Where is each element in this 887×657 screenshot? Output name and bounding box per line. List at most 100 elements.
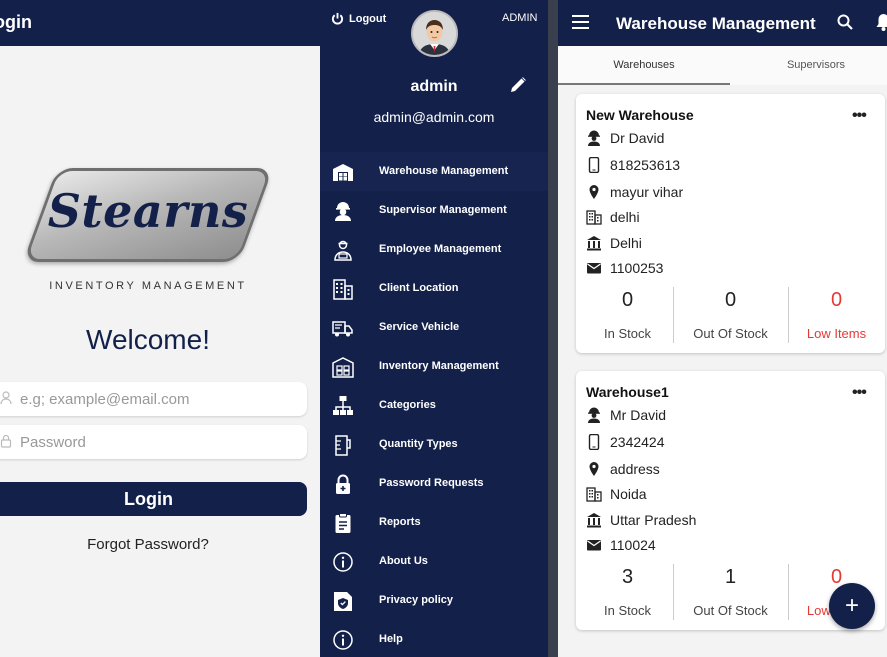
low-items-stat[interactable]: 0 Low Items	[785, 287, 887, 343]
menu-item-employee-management[interactable]: Employee Management	[320, 230, 548, 269]
email-input[interactable]	[20, 382, 290, 416]
menu-item-supervisor-management[interactable]: Supervisor Management	[320, 191, 548, 230]
login-bar-title: ogin	[0, 12, 32, 32]
address-row: mayur vihar	[586, 182, 683, 202]
location-pin-icon	[589, 462, 599, 476]
info-icon	[333, 630, 353, 650]
city-text: delhi	[610, 209, 640, 225]
in-stock-count: 3	[621, 566, 634, 588]
menu-label: Privacy policy	[379, 594, 453, 606]
warehouse-app-bar: Warehouse Management	[558, 0, 887, 46]
info-icon	[333, 552, 353, 572]
in-stock-label: In Stock	[604, 603, 651, 618]
inventory-icon	[332, 357, 354, 378]
stat-divider	[673, 287, 674, 343]
edit-pencil-icon[interactable]	[509, 76, 527, 94]
menu-item-quantity-types[interactable]: Quantity Types	[320, 425, 548, 464]
pincode-row: 1100253	[586, 258, 663, 278]
out-of-stock-stat[interactable]: 0 Out Of Stock	[679, 287, 782, 343]
menu-item-reports[interactable]: Reports	[320, 503, 548, 542]
warehouse-name: New Warehouse	[586, 107, 694, 123]
menu-label: Help	[379, 633, 403, 645]
phone-icon	[588, 434, 600, 450]
add-warehouse-button[interactable]: +	[829, 583, 875, 629]
pincode-text: 1100253	[610, 260, 664, 276]
state-text: Delhi	[610, 235, 642, 251]
measuring-cup-icon	[335, 435, 351, 456]
bell-icon[interactable]	[875, 13, 887, 31]
in-stock-count: 0	[621, 289, 634, 311]
tab-bar: Warehouses Supervisors	[558, 46, 887, 85]
menu-item-client-location[interactable]: Client Location	[320, 269, 548, 308]
phone-number: 818253613	[610, 157, 681, 173]
password-input[interactable]	[20, 425, 290, 459]
city-row: Noida	[586, 484, 647, 504]
supervisor-icon	[588, 130, 600, 146]
phone-number: 2342424	[610, 434, 665, 450]
search-icon[interactable]	[837, 14, 853, 30]
email-field[interactable]	[0, 382, 307, 416]
drawer-scrim[interactable]	[548, 0, 558, 657]
mail-icon	[587, 263, 601, 274]
menu-label: Client Location	[379, 282, 459, 294]
screenshot-collage: ogin Stearns INVENTORY MANAGEMENT Welcom…	[0, 0, 887, 657]
menu-item-privacy-policy[interactable]: Privacy policy	[320, 581, 548, 620]
in-stock-stat[interactable]: 3 In Stock	[576, 564, 679, 620]
navigation-drawer: Logout ADMIN admin admin@admin.com Wareh…	[320, 0, 548, 657]
out-of-stock-count: 0	[724, 289, 737, 311]
shield-doc-icon	[334, 592, 352, 611]
avatar-image	[413, 12, 456, 55]
menu-item-inventory-management[interactable]: Inventory Management	[320, 347, 548, 386]
tab-warehouses[interactable]: Warehouses	[558, 46, 730, 85]
logo-text: Stearns	[47, 184, 249, 238]
stat-divider	[673, 564, 674, 620]
menu-label: Quantity Types	[379, 438, 458, 450]
state-text: Uttar Pradesh	[610, 512, 697, 528]
menu-item-service-vehicle[interactable]: Service Vehicle	[320, 308, 548, 347]
stock-stats: 0 In Stock 0 Out Of Stock 0 Low Items	[576, 287, 885, 343]
in-stock-stat[interactable]: 0 In Stock	[576, 287, 679, 343]
state-row: Uttar Pradesh	[586, 510, 696, 530]
lock-icon	[0, 434, 12, 448]
login-screen: ogin Stearns INVENTORY MANAGEMENT Welcom…	[0, 0, 320, 657]
menu-item-categories[interactable]: Categories	[320, 386, 548, 425]
menu-item-warehouse-management[interactable]: Warehouse Management	[320, 152, 548, 191]
password-field[interactable]	[0, 425, 307, 459]
phone-row: 818253613	[586, 155, 680, 175]
warehouse-card[interactable]: New Warehouse ••• Dr David 818253613 may…	[576, 94, 885, 353]
menu-label: Inventory Management	[379, 360, 499, 372]
avatar[interactable]	[411, 10, 458, 57]
logout-button[interactable]: Logout	[331, 12, 386, 25]
supervisor-row: Dr David	[586, 128, 664, 148]
hamburger-menu-icon[interactable]	[572, 15, 589, 29]
phone-icon	[588, 157, 600, 173]
navigation-drawer-screen: Logout ADMIN admin admin@admin.com Wareh…	[320, 0, 558, 657]
menu-item-about-us[interactable]: About Us	[320, 542, 548, 581]
low-items-count: 0	[830, 566, 843, 588]
supervisor-icon	[588, 407, 600, 423]
menu-item-password-requests[interactable]: Password Requests	[320, 464, 548, 503]
hierarchy-icon	[333, 396, 353, 415]
forgot-password-link[interactable]: Forgot Password?	[0, 536, 296, 553]
out-of-stock-stat[interactable]: 1 Out Of Stock	[679, 564, 782, 620]
tab-supervisors[interactable]: Supervisors	[730, 46, 887, 85]
drawer-header: Logout ADMIN admin admin@admin.com	[320, 0, 548, 146]
warehouse-name: Warehouse1	[586, 384, 669, 400]
phone-row: 2342424	[586, 432, 665, 452]
logout-label: Logout	[349, 12, 387, 25]
pincode-text: 110024	[610, 537, 656, 553]
building-icon	[586, 487, 602, 502]
login-button[interactable]: Login	[0, 482, 307, 516]
menu-label: About Us	[379, 555, 428, 567]
city-row: delhi	[586, 207, 640, 227]
page-title: Warehouse Management	[616, 14, 816, 33]
supervisor-icon	[335, 202, 351, 221]
building-icon	[333, 279, 353, 300]
menu-label: Service Vehicle	[379, 321, 460, 333]
more-options-icon[interactable]: •••	[852, 107, 867, 125]
supervisor-row: Mr David	[586, 405, 666, 425]
more-options-icon[interactable]: •••	[852, 384, 867, 402]
in-stock-label: In Stock	[604, 326, 651, 341]
menu-item-help[interactable]: Help	[320, 620, 548, 657]
state-row: Delhi	[586, 233, 642, 253]
